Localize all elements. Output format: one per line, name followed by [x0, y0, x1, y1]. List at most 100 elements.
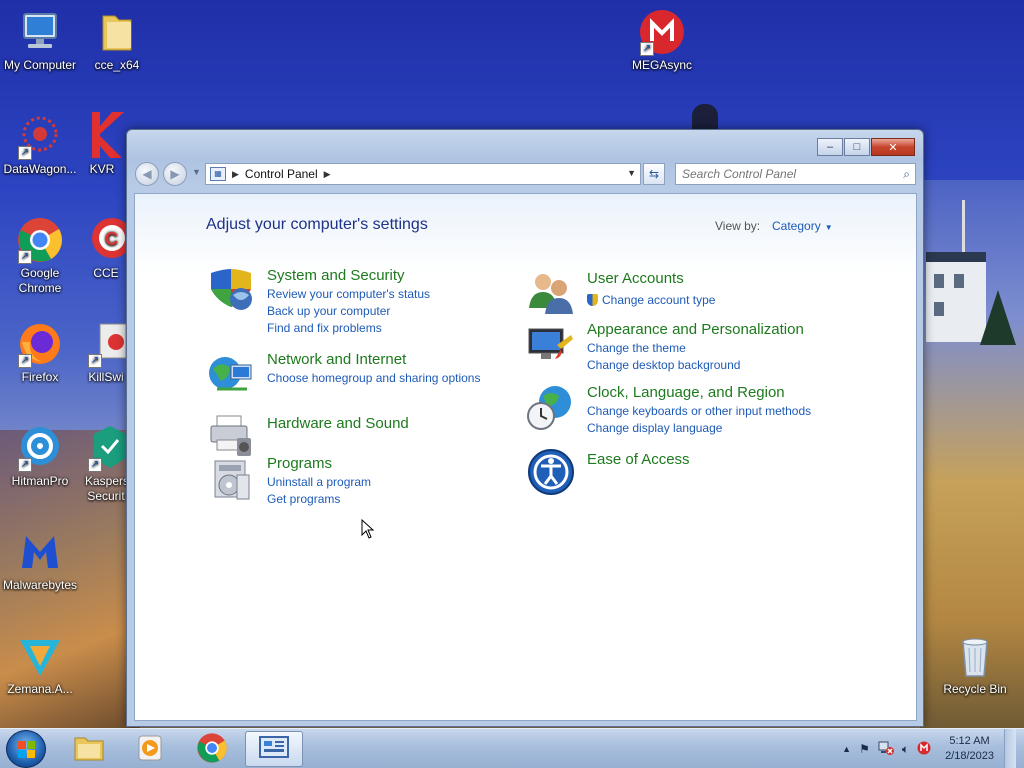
- desktop-icon-kaspersky[interactable]: ↗ Kaspers Securit: [85, 424, 130, 504]
- forward-button[interactable]: ▶: [163, 162, 187, 186]
- desktop-icon-recycle-bin[interactable]: Recycle Bin: [935, 632, 1015, 697]
- network-globe-icon[interactable]: [207, 351, 255, 399]
- address-dropdown-icon[interactable]: ▼: [627, 168, 636, 178]
- search-input[interactable]: [682, 167, 882, 181]
- category-title[interactable]: Network and Internet: [267, 351, 406, 368]
- system-tray: ▲ ⚑ 🔈︎ 5:12 AM 2/18/2023: [834, 729, 1016, 768]
- show-hidden-icons-button[interactable]: ▲: [842, 744, 851, 754]
- kaspersky-icon: ↗: [86, 424, 126, 472]
- media-player-icon: [135, 734, 165, 765]
- category-title[interactable]: User Accounts: [587, 270, 684, 287]
- shield-icon[interactable]: [207, 267, 255, 315]
- desktop-icon-cce[interactable]: C CCE: [85, 216, 132, 281]
- link-get-programs[interactable]: Get programs: [267, 491, 371, 508]
- desktop-icon-megasync[interactable]: ↗ MEGAsync: [622, 8, 702, 73]
- computer-icon: [16, 8, 64, 56]
- breadcrumb-arrow-icon[interactable]: ▶: [232, 169, 239, 180]
- desktop-icon-hitmanpro[interactable]: ↗ HitmanPro: [0, 424, 80, 489]
- control-panel-window: – □ ✕ ◀ ▶ ▼ ▦ ▶ Control Panel ▶ ▼ ⇆ ⌕ Ad…: [126, 129, 924, 727]
- taskbar-item-explorer[interactable]: [60, 731, 118, 767]
- category-title[interactable]: Programs: [267, 455, 332, 472]
- desktop-icon-label: KillSwi: [88, 370, 124, 384]
- users-icon[interactable]: [527, 270, 575, 318]
- desktop-icon-label: Kaspers Securit: [85, 474, 130, 503]
- mouse-cursor-icon: [361, 518, 375, 542]
- minimize-button[interactable]: –: [817, 138, 843, 156]
- action-center-icon[interactable]: ⚑: [859, 742, 870, 756]
- category-title[interactable]: Clock, Language, and Region: [587, 384, 785, 401]
- desktop-icon-label: Google Chrome: [18, 266, 62, 295]
- link-homegroup-sharing[interactable]: Choose homegroup and sharing options: [267, 370, 480, 387]
- search-icon[interactable]: ⌕: [903, 167, 910, 182]
- link-find-fix-problems[interactable]: Find and fix problems: [267, 320, 430, 337]
- desktop-icon-label: HitmanPro: [11, 474, 69, 488]
- ease-of-access-icon[interactable]: [527, 448, 575, 496]
- megasync-tray-icon[interactable]: [917, 741, 931, 758]
- back-arrow-icon: ◀: [142, 167, 152, 181]
- wallpaper-tree: [980, 290, 1016, 345]
- refresh-button[interactable]: ⇆: [643, 163, 665, 185]
- link-change-theme[interactable]: Change the theme: [587, 340, 740, 357]
- taskbar-item-media-player[interactable]: [121, 731, 179, 767]
- link-change-keyboards[interactable]: Change keyboards or other input methods: [587, 403, 811, 420]
- desktop-icon-firefox[interactable]: ↗ Firefox: [0, 320, 80, 385]
- link-change-desktop-background[interactable]: Change desktop background: [587, 357, 740, 374]
- desktop-icon-label: CCE: [93, 266, 119, 280]
- link-review-computer-status[interactable]: Review your computer's status: [267, 286, 430, 303]
- taskbar-item-control-panel[interactable]: [245, 731, 303, 767]
- category-title[interactable]: Ease of Access: [587, 451, 690, 468]
- close-button[interactable]: ✕: [871, 138, 915, 156]
- clock-date: 2/18/2023: [945, 750, 994, 762]
- killswitch-icon: ↗: [86, 320, 127, 368]
- hitmanpro-icon: ↗: [16, 424, 64, 472]
- programs-icon[interactable]: [207, 455, 255, 503]
- zemana-icon: [16, 632, 64, 680]
- desktop-icon-kvrt[interactable]: KVR: [77, 112, 127, 177]
- file-explorer-icon: [73, 734, 105, 765]
- category-title[interactable]: Appearance and Personalization: [587, 321, 804, 338]
- desktop-icon-my-computer[interactable]: My Computer: [0, 8, 80, 73]
- recent-pages-chevron-icon[interactable]: ▼: [192, 167, 201, 177]
- search-box[interactable]: ⌕: [675, 163, 916, 185]
- link-change-account-type[interactable]: Change account type: [587, 292, 715, 309]
- desktop-icon-label: Malwarebytes: [2, 578, 78, 592]
- desktop-icon-malwarebytes[interactable]: Malwarebytes: [0, 528, 80, 593]
- link-uninstall-program[interactable]: Uninstall a program: [267, 474, 371, 491]
- category-title[interactable]: System and Security: [267, 267, 405, 284]
- forward-arrow-icon: ▶: [170, 167, 180, 181]
- network-disconnected-icon[interactable]: [878, 741, 894, 758]
- volume-icon[interactable]: 🔈︎: [902, 742, 909, 757]
- desktop-icon-cce-x64[interactable]: cce_x64: [77, 8, 157, 73]
- category-title[interactable]: Hardware and Sound: [267, 415, 409, 432]
- start-button[interactable]: [6, 730, 46, 768]
- maximize-button[interactable]: □: [844, 138, 870, 156]
- address-bar[interactable]: ▦ ▶ Control Panel ▶ ▼: [205, 163, 641, 185]
- breadcrumb-arrow-icon[interactable]: ▶: [324, 169, 331, 180]
- view-by-dropdown[interactable]: Category ▼: [772, 219, 833, 233]
- clock[interactable]: 5:12 AM 2/18/2023: [945, 734, 994, 764]
- back-button[interactable]: ◀: [135, 162, 159, 186]
- refresh-icon: ⇆: [648, 167, 660, 181]
- control-panel-icon: [258, 735, 290, 764]
- printer-icon[interactable]: [207, 412, 255, 460]
- taskbar-item-chrome[interactable]: [183, 731, 241, 767]
- show-desktop-button[interactable]: [1004, 729, 1016, 768]
- malwarebytes-icon: [16, 528, 64, 576]
- wallpaper-house: [926, 252, 986, 342]
- chevron-down-icon: ▼: [824, 223, 833, 232]
- chrome-icon: [196, 732, 228, 767]
- link-change-display-language[interactable]: Change display language: [587, 420, 811, 437]
- clock-time: 5:12 AM: [949, 735, 990, 747]
- desktop-icon-google-chrome[interactable]: ↗ Google Chrome: [0, 216, 80, 296]
- desktop-icon-datawagon[interactable]: ↗ DataWagon...: [0, 112, 80, 177]
- datawagon-icon: ↗: [16, 112, 64, 160]
- monitor-brush-icon[interactable]: [527, 321, 575, 369]
- desktop-icon-label: DataWagon...: [3, 162, 77, 176]
- clock-globe-icon[interactable]: [527, 384, 575, 432]
- desktop-icon-label: My Computer: [3, 58, 77, 72]
- link-back-up-computer[interactable]: Back up your computer: [267, 303, 430, 320]
- desktop-icon-killswitch[interactable]: ↗ KillSwi: [85, 320, 127, 385]
- desktop-icon-label: KVR: [89, 162, 115, 176]
- breadcrumb-control-panel[interactable]: Control Panel: [245, 167, 318, 181]
- desktop-icon-zemana[interactable]: Zemana.A...: [0, 632, 80, 697]
